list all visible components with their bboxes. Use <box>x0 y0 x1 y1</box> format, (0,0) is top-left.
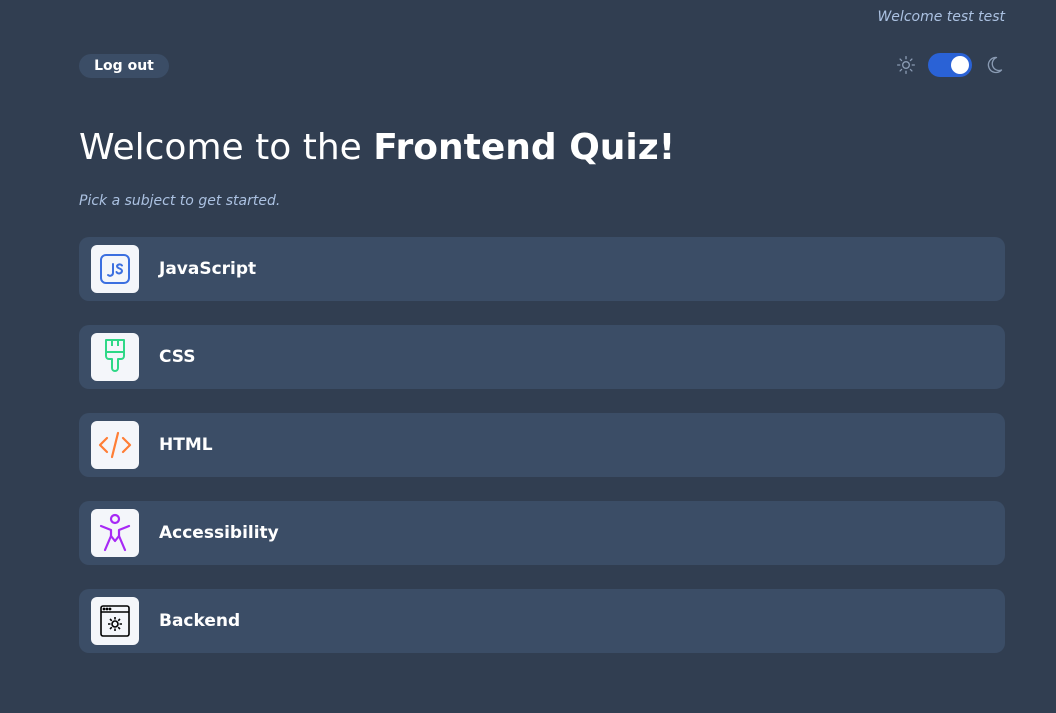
sun-icon <box>896 55 916 75</box>
backend-settings-icon <box>91 597 139 645</box>
accessibility-icon <box>91 509 139 557</box>
subject-label: JavaScript <box>159 259 257 279</box>
paintbrush-icon <box>91 333 139 381</box>
title-prefix: Welcome to the <box>79 127 374 168</box>
subject-accessibility[interactable]: Accessibility <box>79 501 1005 565</box>
page-subtitle: Pick a subject to get started. <box>79 193 281 209</box>
subject-html[interactable]: HTML <box>79 413 1005 477</box>
subject-label: Accessibility <box>159 523 279 543</box>
dark-mode-toggle[interactable] <box>928 53 972 77</box>
subject-javascript[interactable]: JavaScript <box>79 237 1005 301</box>
page-title: Welcome to the Frontend Quiz! <box>79 126 675 170</box>
subject-list: JavaScript CSS HTML Accessibility Backen… <box>79 237 1005 653</box>
moon-icon <box>984 55 1004 75</box>
subject-label: HTML <box>159 435 213 455</box>
subject-label: Backend <box>159 611 241 631</box>
logout-button[interactable]: Log out <box>79 54 169 78</box>
subject-css[interactable]: CSS <box>79 325 1005 389</box>
code-icon <box>91 421 139 469</box>
title-bold: Frontend Quiz! <box>373 127 676 168</box>
subject-backend[interactable]: Backend <box>79 589 1005 653</box>
toggle-knob <box>951 56 969 74</box>
javascript-icon <box>91 245 139 293</box>
subject-label: CSS <box>159 347 196 367</box>
welcome-user-text: Welcome test test <box>877 9 1005 25</box>
theme-switcher <box>896 52 1004 78</box>
